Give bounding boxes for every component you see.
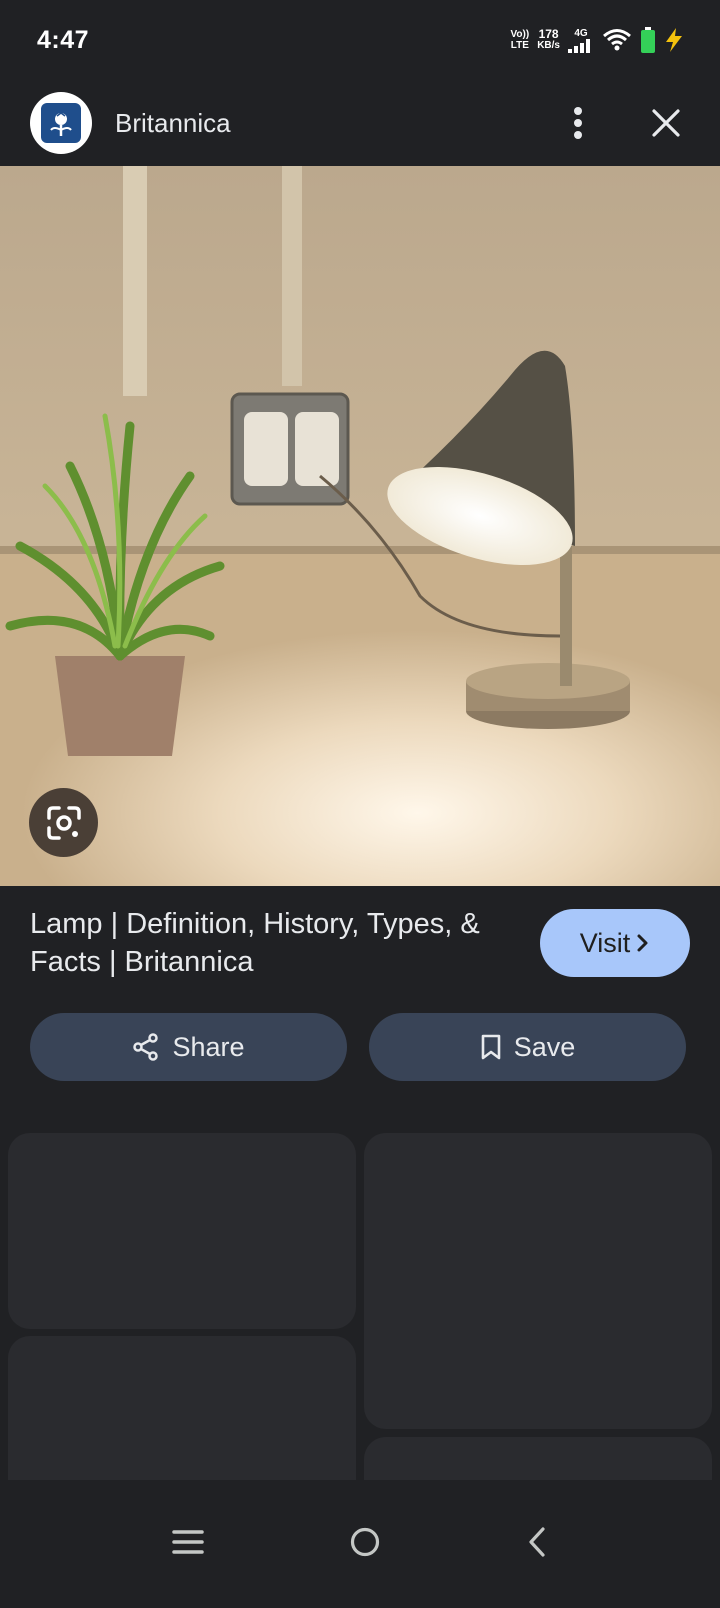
related-card[interactable] xyxy=(8,1133,356,1329)
speed-unit: KB/s xyxy=(537,40,560,51)
visit-label: Visit xyxy=(579,927,631,958)
volte-bottom: LTE xyxy=(510,40,529,51)
result-row: Lamp | Definition, History, Types, & Fac… xyxy=(0,886,720,1000)
battery-icon xyxy=(641,27,655,53)
google-lens-icon[interactable] xyxy=(29,788,98,857)
save-label: Save xyxy=(513,1031,576,1062)
related-card[interactable] xyxy=(364,1133,712,1429)
home-icon[interactable] xyxy=(349,1526,381,1563)
visit-button[interactable]: Visit xyxy=(540,909,690,977)
share-button[interactable]: Share xyxy=(30,1013,347,1081)
network-speed: 178 KB/s xyxy=(537,27,560,51)
site-name[interactable]: Britannica xyxy=(115,108,231,139)
close-icon[interactable] xyxy=(642,99,690,147)
result-title[interactable]: Lamp | Definition, History, Types, & Fac… xyxy=(30,905,520,981)
status-bar: 4:47 Vo)) LTE 178 KB/s 4G xyxy=(0,0,720,80)
back-icon[interactable] xyxy=(526,1526,548,1563)
bookmark-icon xyxy=(481,1034,501,1060)
hero-image[interactable] xyxy=(0,166,720,886)
wifi-icon xyxy=(603,29,631,51)
more-vert-icon[interactable] xyxy=(554,99,602,147)
volte-top: Vo)) xyxy=(510,29,530,40)
related-card[interactable] xyxy=(364,1437,712,1480)
network-type: 4G xyxy=(568,28,594,53)
site-logo[interactable] xyxy=(30,92,92,154)
share-label: Share xyxy=(172,1031,245,1062)
save-button[interactable]: Save xyxy=(369,1013,686,1081)
speed-value: 178 xyxy=(538,27,559,41)
recents-icon[interactable] xyxy=(172,1529,205,1560)
status-icons: Vo)) LTE 178 KB/s 4G xyxy=(511,27,685,53)
system-nav-bar xyxy=(0,1480,720,1608)
volte-indicator: Vo)) LTE xyxy=(511,29,530,51)
source-header: Britannica xyxy=(0,80,720,166)
network-label: 4G xyxy=(574,27,588,39)
lamp-photo xyxy=(0,166,720,886)
charging-icon xyxy=(666,28,682,52)
related-card[interactable] xyxy=(8,1336,356,1480)
share-icon xyxy=(133,1033,159,1061)
action-row: Share Save xyxy=(30,1013,686,1081)
status-time: 4:47 xyxy=(37,25,90,54)
britannica-logo-icon xyxy=(41,103,81,143)
chevron-right-icon xyxy=(637,934,648,952)
signal-icon xyxy=(568,38,590,53)
